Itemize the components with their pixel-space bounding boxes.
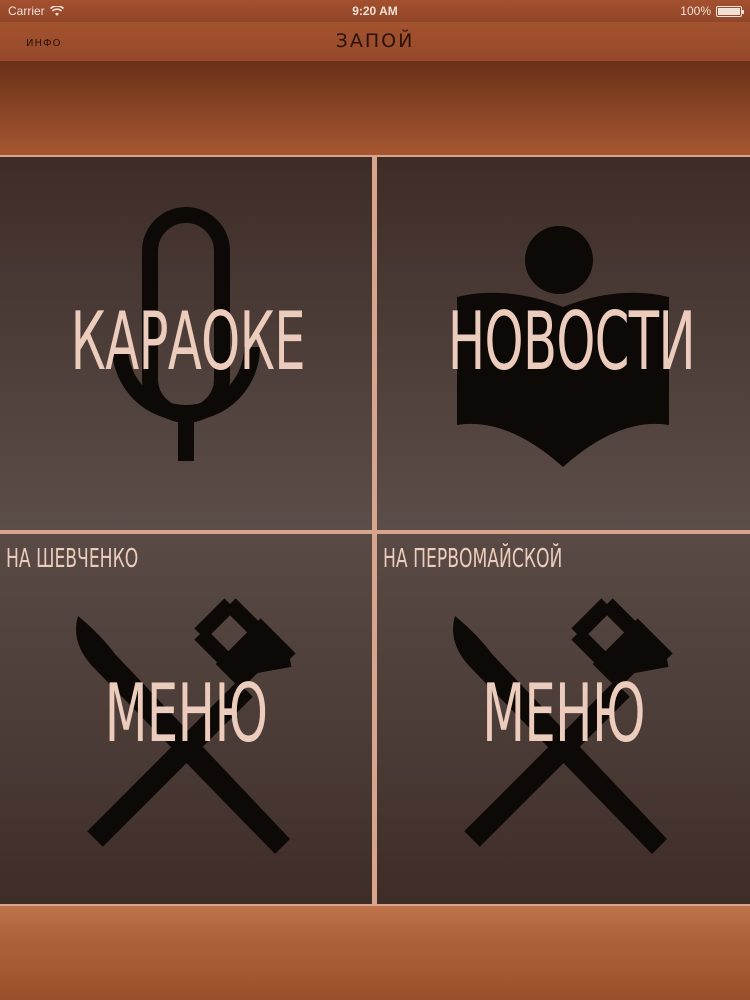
menu-shevchenko-tile[interactable]: НА ШЕВЧЕНКО МЕНЮ — [0, 534, 372, 904]
menu-label: МЕНЮ — [104, 667, 268, 760]
status-right: 100% — [680, 4, 744, 18]
menu-pervomayskaya-tile[interactable]: НА ПЕРВОМАЙСКОЙ МЕНЮ — [377, 534, 750, 904]
page-title: ЗАПОЙ — [335, 30, 415, 52]
news-tile[interactable]: НОВОСТИ — [377, 157, 750, 530]
carrier-label: Carrier — [8, 4, 45, 18]
menu-label: МЕНЮ — [482, 667, 645, 760]
navigation-bar: ИНФО ЗАПОЙ — [0, 22, 750, 62]
bottom-banner — [0, 906, 750, 1000]
menu-grid: КАРАОКЕ НОВОСТИ НА ШЕВЧЕНКО МЕНЮ НА ПЕРВ… — [0, 155, 750, 906]
news-label: НОВОСТИ — [447, 295, 696, 388]
pervomayskaya-sublabel: НА ПЕРВОМАЙСКОЙ — [383, 544, 563, 574]
karaoke-tile[interactable]: КАРАОКЕ — [0, 157, 372, 530]
karaoke-label: КАРАОКЕ — [70, 295, 306, 388]
battery-percent: 100% — [680, 4, 711, 18]
status-time: 9:20 AM — [352, 4, 398, 18]
top-banner — [0, 62, 750, 155]
status-bar: Carrier 9:20 AM 100% — [0, 0, 750, 22]
battery-fill — [718, 7, 740, 15]
shevchenko-sublabel: НА ШЕВЧЕНКО — [6, 544, 139, 574]
status-left: Carrier — [8, 4, 64, 18]
battery-icon — [716, 5, 744, 17]
wifi-icon — [49, 5, 64, 16]
